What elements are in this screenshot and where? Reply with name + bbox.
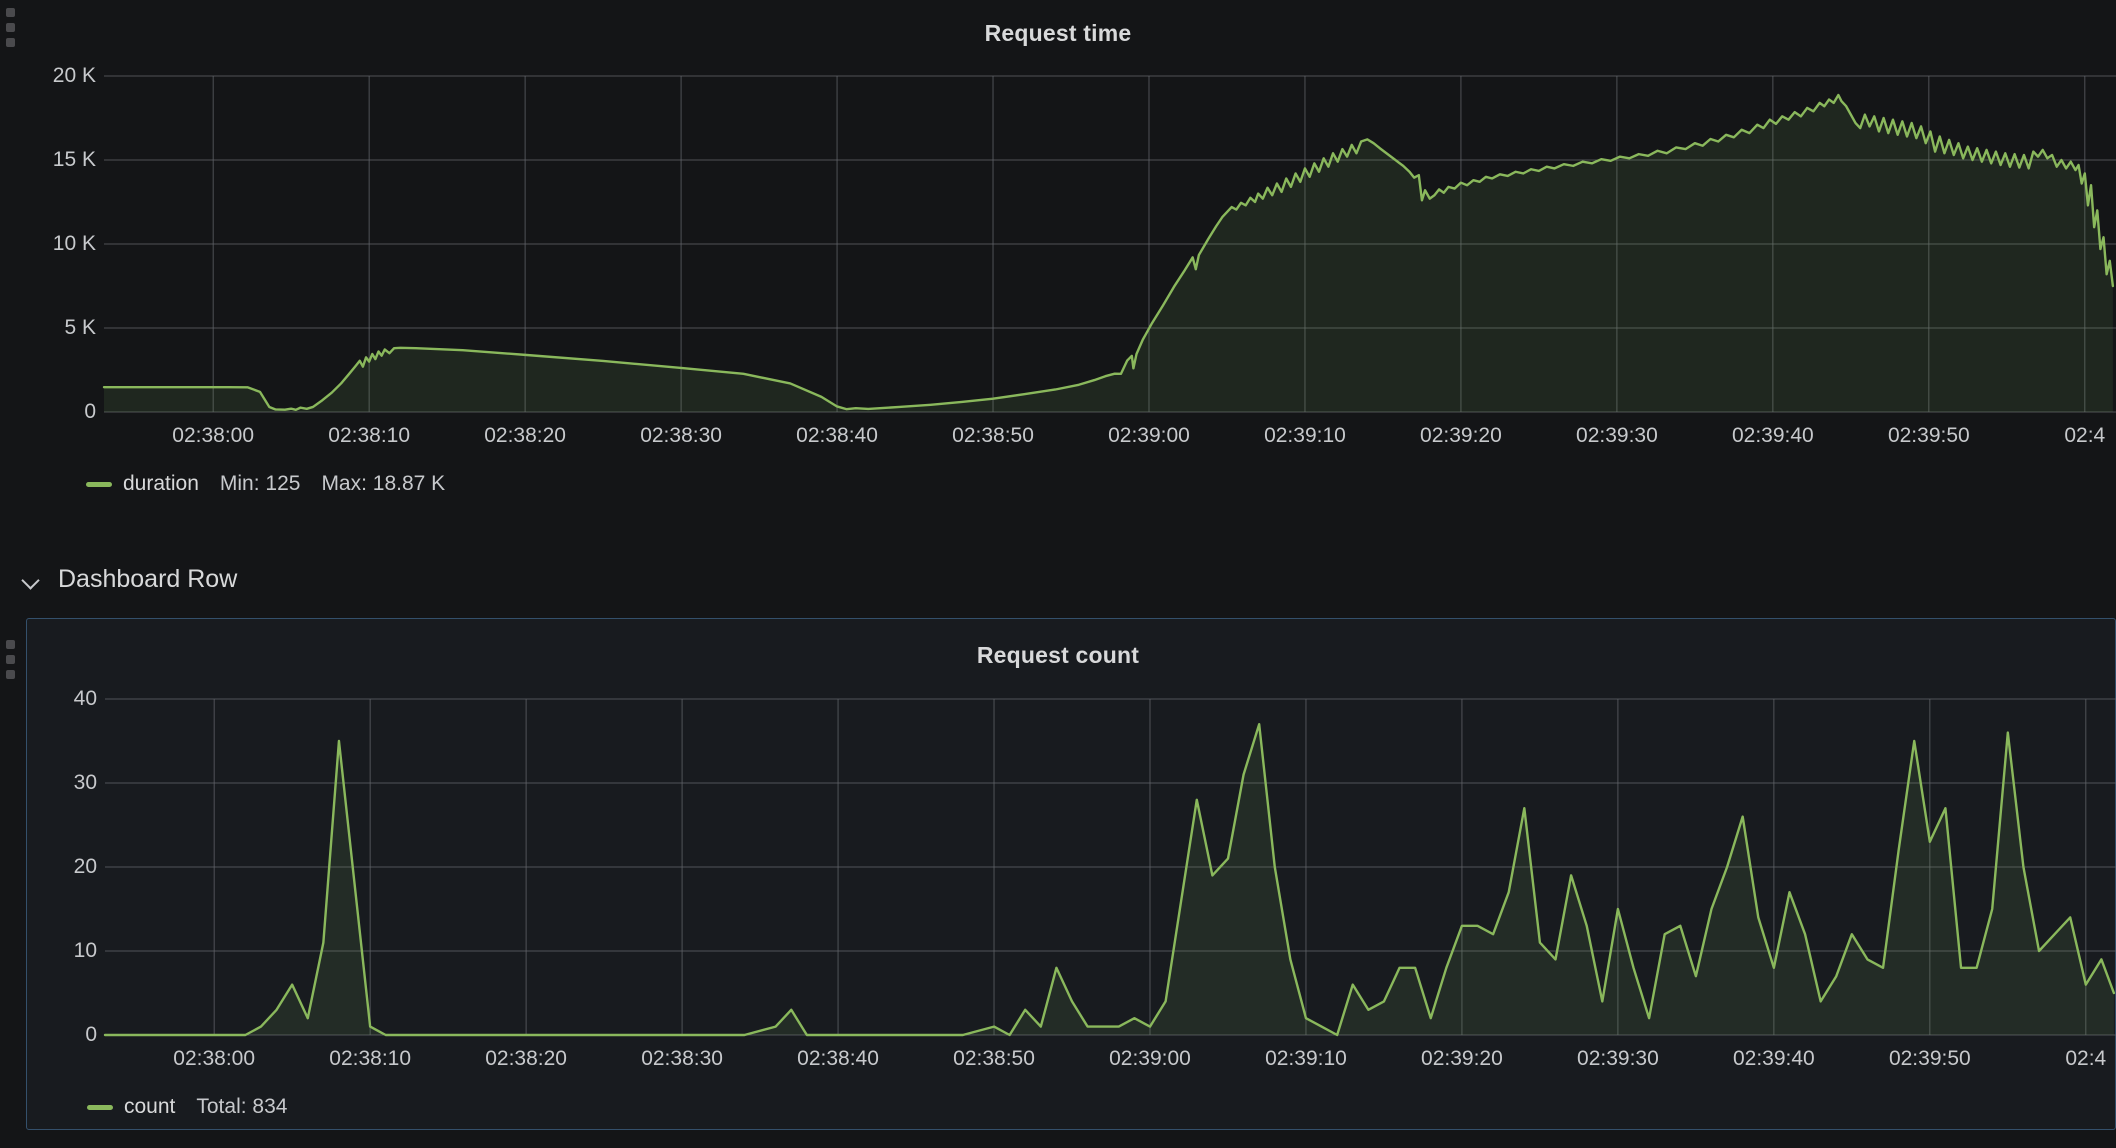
panel-title-request-count: Request count (27, 642, 2089, 669)
x-tick-label: 02:38:10 (329, 1047, 411, 1071)
y-tick-label: 30 (74, 771, 97, 795)
x-tick-label: 02:38:50 (953, 1047, 1035, 1071)
x-tick-label: 02:39:50 (1888, 424, 1970, 448)
x-tick-label: 02:38:30 (641, 1047, 723, 1071)
series-area-duration (104, 95, 2113, 412)
panel-drag-handle-request-count[interactable] (6, 640, 16, 679)
y-tick-label: 20 K (53, 64, 96, 88)
y-tick-label: 15 K (53, 148, 96, 172)
x-tick-label: 02:39:00 (1109, 1047, 1191, 1071)
legend-series-name: count (124, 1095, 175, 1119)
drag-grip-dot (6, 655, 15, 664)
y-tick-label: 0 (85, 1023, 97, 1047)
grafana-dashboard: Request time 05 K10 K15 K20 K 02:38:0002… (0, 0, 2116, 1148)
x-tick-label: 02:38:00 (173, 1047, 255, 1071)
x-tick-label: 02:38:10 (328, 424, 410, 448)
y-axis-request-count: 0 10 20 30 40 (27, 619, 97, 1131)
y-tick-label: 20 (74, 855, 97, 879)
chart-svg-request-time (104, 76, 2116, 412)
legend-request-time[interactable]: duration Min: 125 Max: 18.87 K (86, 472, 445, 496)
legend-stat-min: Min: 125 (220, 472, 301, 496)
x-tick-label: 02:38:40 (796, 424, 878, 448)
chart-svg-request-count (105, 699, 2116, 1035)
x-axis-request-count: 02:38:00 02:38:10 02:38:20 02:38:30 02:38:40… (105, 1047, 2116, 1077)
y-tick-label: 40 (74, 687, 97, 711)
x-tick-label: 02:4 (2065, 1047, 2106, 1071)
x-tick-label: 02:38:00 (172, 424, 254, 448)
x-tick-label: 02:38:40 (797, 1047, 879, 1071)
x-tick-label: 02:38:20 (484, 424, 566, 448)
x-tick-label: 02:39:30 (1576, 424, 1658, 448)
x-tick-label: 02:4 (2064, 424, 2105, 448)
y-tick-label: 10 (74, 939, 97, 963)
drag-grip-dot (6, 670, 15, 679)
plot-request-count (105, 699, 2116, 1035)
plot-request-time (104, 76, 2116, 412)
panel-request-count[interactable]: Request count 0 10 20 30 40 02:38:00 02:38:10… (26, 618, 2116, 1130)
x-tick-label: 02:39:10 (1264, 424, 1346, 448)
x-tick-label: 02:39:50 (1889, 1047, 1971, 1071)
series-area-count (105, 724, 2114, 1035)
x-tick-label: 02:38:50 (952, 424, 1034, 448)
legend-stat-max: Max: 18.87 K (321, 472, 445, 496)
x-tick-label: 02:38:30 (640, 424, 722, 448)
x-tick-label: 02:39:40 (1732, 424, 1814, 448)
y-tick-label: 10 K (53, 232, 96, 256)
legend-line-swatch (87, 1105, 113, 1110)
chevron-down-icon[interactable] (22, 570, 42, 590)
x-axis-request-time: 02:38:00 02:38:10 02:38:20 02:38:30 02:38:40… (104, 424, 2116, 454)
legend-stat-total: Total: 834 (196, 1095, 287, 1119)
drag-grip-dot (6, 640, 15, 649)
x-tick-label: 02:39:30 (1577, 1047, 1659, 1071)
y-axis-request-time: 0 5 K 10 K 15 K 20 K (0, 0, 96, 490)
x-tick-label: 02:39:20 (1420, 424, 1502, 448)
x-tick-label: 02:38:20 (485, 1047, 567, 1071)
y-tick-label: 5 K (64, 316, 96, 340)
x-tick-label: 02:39:40 (1733, 1047, 1815, 1071)
x-tick-label: 02:39:20 (1421, 1047, 1503, 1071)
panel-title-request-time: Request time (0, 20, 2116, 47)
legend-request-count[interactable]: count Total: 834 (87, 1095, 287, 1119)
y-tick-label: 0 (84, 400, 96, 424)
dashboard-row-header[interactable]: Dashboard Row (22, 565, 237, 594)
panel-request-time[interactable]: Request time 05 K10 K15 K20 K 02:38:0002… (0, 0, 2116, 490)
legend-series-name: duration (123, 472, 199, 496)
legend-line-swatch (86, 482, 112, 487)
x-tick-label: 02:39:00 (1108, 424, 1190, 448)
x-tick-label: 02:39:10 (1265, 1047, 1347, 1071)
dashboard-row-title: Dashboard Row (58, 565, 237, 594)
